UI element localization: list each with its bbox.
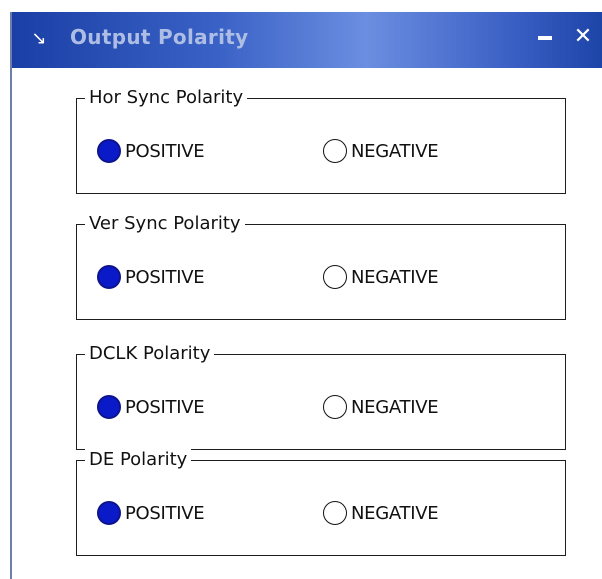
ver-sync-polarity-group: Ver Sync Polarity POSITIVE NEGATIVE bbox=[76, 211, 566, 320]
de-polarity-group: DE Polarity POSITIVE NEGATIVE bbox=[76, 447, 566, 556]
radio-label: NEGATIVE bbox=[351, 502, 439, 524]
hor-sync-positive-radio[interactable]: POSITIVE bbox=[97, 137, 205, 165]
de-negative-radio[interactable]: NEGATIVE bbox=[323, 499, 439, 527]
radio-unchecked-icon[interactable] bbox=[323, 501, 347, 525]
radio-checked-icon[interactable] bbox=[97, 395, 121, 419]
radio-label: NEGATIVE bbox=[351, 140, 439, 162]
radio-label: POSITIVE bbox=[125, 502, 205, 524]
radio-unchecked-icon[interactable] bbox=[323, 265, 347, 289]
radio-checked-icon[interactable] bbox=[97, 139, 121, 163]
radio-label: POSITIVE bbox=[125, 396, 205, 418]
group-title: DE Polarity bbox=[85, 447, 192, 473]
de-positive-radio[interactable]: POSITIVE bbox=[97, 499, 205, 527]
hor-sync-negative-radio[interactable]: NEGATIVE bbox=[323, 137, 439, 165]
group-title: Ver Sync Polarity bbox=[85, 211, 245, 237]
radio-label: POSITIVE bbox=[125, 140, 205, 162]
dclk-positive-radio[interactable]: POSITIVE bbox=[97, 393, 205, 421]
ver-sync-positive-radio[interactable]: POSITIVE bbox=[97, 263, 205, 291]
group-title: Hor Sync Polarity bbox=[85, 85, 248, 111]
arrow-down-icon[interactable]: ↘ bbox=[28, 28, 50, 50]
radio-checked-icon[interactable] bbox=[97, 265, 121, 289]
radio-checked-icon[interactable] bbox=[97, 501, 121, 525]
radio-unchecked-icon[interactable] bbox=[323, 139, 347, 163]
dclk-negative-radio[interactable]: NEGATIVE bbox=[323, 393, 439, 421]
minimize-button[interactable] bbox=[538, 36, 552, 40]
output-polarity-window: ↘ Output Polarity ✕ Hor Sync Polarity PO… bbox=[10, 12, 602, 579]
radio-label: NEGATIVE bbox=[351, 396, 439, 418]
group-title: DCLK Polarity bbox=[85, 341, 215, 367]
radio-label: NEGATIVE bbox=[351, 266, 439, 288]
window-title: Output Polarity bbox=[70, 25, 249, 49]
radio-label: POSITIVE bbox=[125, 266, 205, 288]
dclk-polarity-group: DCLK Polarity POSITIVE NEGATIVE bbox=[76, 341, 566, 450]
title-bar[interactable]: ↘ Output Polarity ✕ bbox=[12, 12, 602, 68]
radio-unchecked-icon[interactable] bbox=[323, 395, 347, 419]
close-button[interactable]: ✕ bbox=[572, 24, 594, 50]
hor-sync-polarity-group: Hor Sync Polarity POSITIVE NEGATIVE bbox=[76, 85, 566, 194]
ver-sync-negative-radio[interactable]: NEGATIVE bbox=[323, 263, 439, 291]
